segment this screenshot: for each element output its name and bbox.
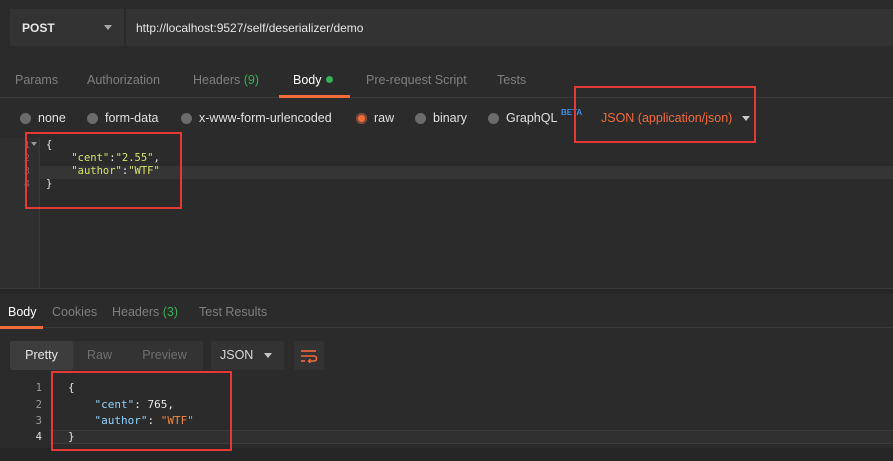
line-number: 1 xyxy=(35,382,42,394)
tab-params[interactable]: Params xyxy=(15,62,58,98)
response-format-select[interactable]: JSON xyxy=(211,341,284,370)
highlight-box-request-body xyxy=(25,132,182,209)
radio-circle-icon xyxy=(181,112,192,124)
radio-selected-icon xyxy=(356,112,367,124)
tab-label: Body xyxy=(8,305,37,319)
pane-divider[interactable] xyxy=(0,288,893,294)
radio-circle-icon xyxy=(20,112,31,124)
method-select[interactable]: POST xyxy=(10,9,125,46)
radio-x-www-form-urlencoded[interactable]: x-www-form-urlencoded xyxy=(181,111,332,125)
highlight-box-content-type xyxy=(574,86,756,143)
radio-label: x-www-form-urlencoded xyxy=(199,111,332,125)
chevron-down-icon xyxy=(264,353,272,358)
tab-response-body[interactable]: Body xyxy=(8,296,37,328)
line-number: 3 xyxy=(35,415,42,427)
response-view-toggle: Pretty Raw Preview xyxy=(10,341,203,370)
pretty-button[interactable]: Pretty xyxy=(10,341,73,370)
tab-label: Pre-request Script xyxy=(366,73,467,87)
modified-dot-icon xyxy=(325,76,333,83)
radio-form-data[interactable]: form-data xyxy=(87,111,159,125)
url-input[interactable]: http://localhost:9527/self/deserializer/… xyxy=(126,9,893,46)
tab-response-headers[interactable]: Headers (3) xyxy=(112,296,178,328)
headers-count-badge: (9) xyxy=(243,73,260,87)
headers-count-badge: (3) xyxy=(162,305,179,319)
chevron-down-icon xyxy=(104,25,112,30)
tab-authorization[interactable]: Authorization xyxy=(87,62,160,98)
radio-label: raw xyxy=(374,111,395,125)
tab-pre-request-script[interactable]: Pre-request Script xyxy=(366,62,467,98)
tab-label: Test Results xyxy=(199,305,268,319)
tab-label: Authorization xyxy=(87,73,160,87)
radio-circle-icon xyxy=(415,112,426,124)
tab-label: Params xyxy=(15,73,59,87)
tab-label: Cookies xyxy=(52,305,98,319)
tab-label: Headers xyxy=(112,305,160,319)
tab-body[interactable]: Body xyxy=(293,62,333,98)
radio-binary[interactable]: binary xyxy=(415,111,467,125)
wrap-lines-button[interactable] xyxy=(294,341,324,370)
radio-circle-icon xyxy=(87,112,98,124)
line-number: 2 xyxy=(35,399,42,411)
tab-label: Body xyxy=(293,73,322,87)
radio-circle-icon xyxy=(488,112,499,124)
url-bar: POST http://localhost:9527/self/deserial… xyxy=(0,0,893,56)
radio-label: GraphQL xyxy=(506,111,558,125)
tab-headers[interactable]: Headers (9) xyxy=(193,62,259,98)
method-label: POST xyxy=(22,20,55,35)
request-tabs: Params Authorization Headers (9) Body Pr… xyxy=(0,62,893,98)
tab-label: Headers xyxy=(193,73,241,87)
body-mode-options: none form-data x-www-form-urlencoded raw… xyxy=(0,100,893,136)
radio-label: none xyxy=(38,111,66,125)
wrap-lines-icon xyxy=(301,349,318,363)
tab-label: Tests xyxy=(497,73,527,87)
format-label: JSON xyxy=(220,348,254,362)
radio-label: binary xyxy=(433,111,468,125)
radio-raw[interactable]: raw xyxy=(356,111,394,125)
line-number-gutter: 1 2 3 4 xyxy=(10,378,50,448)
active-tab-indicator xyxy=(0,326,43,329)
tab-test-results[interactable]: Test Results xyxy=(199,296,267,328)
highlight-box-response-body xyxy=(51,371,232,451)
raw-button[interactable]: Raw xyxy=(73,341,126,370)
response-tabs: Body Cookies Headers (3) Test Results xyxy=(0,296,893,328)
radio-graphql[interactable]: GraphQL xyxy=(488,111,557,125)
tab-cookies[interactable]: Cookies xyxy=(52,296,97,328)
preview-button[interactable]: Preview xyxy=(126,341,203,370)
tab-tests[interactable]: Tests xyxy=(497,62,526,98)
radio-none[interactable]: none xyxy=(20,111,66,125)
radio-label: form-data xyxy=(105,111,159,125)
url-text: http://localhost:9527/self/deserializer/… xyxy=(136,20,364,35)
active-tab-indicator xyxy=(279,95,350,98)
line-number: 4 xyxy=(35,431,42,443)
